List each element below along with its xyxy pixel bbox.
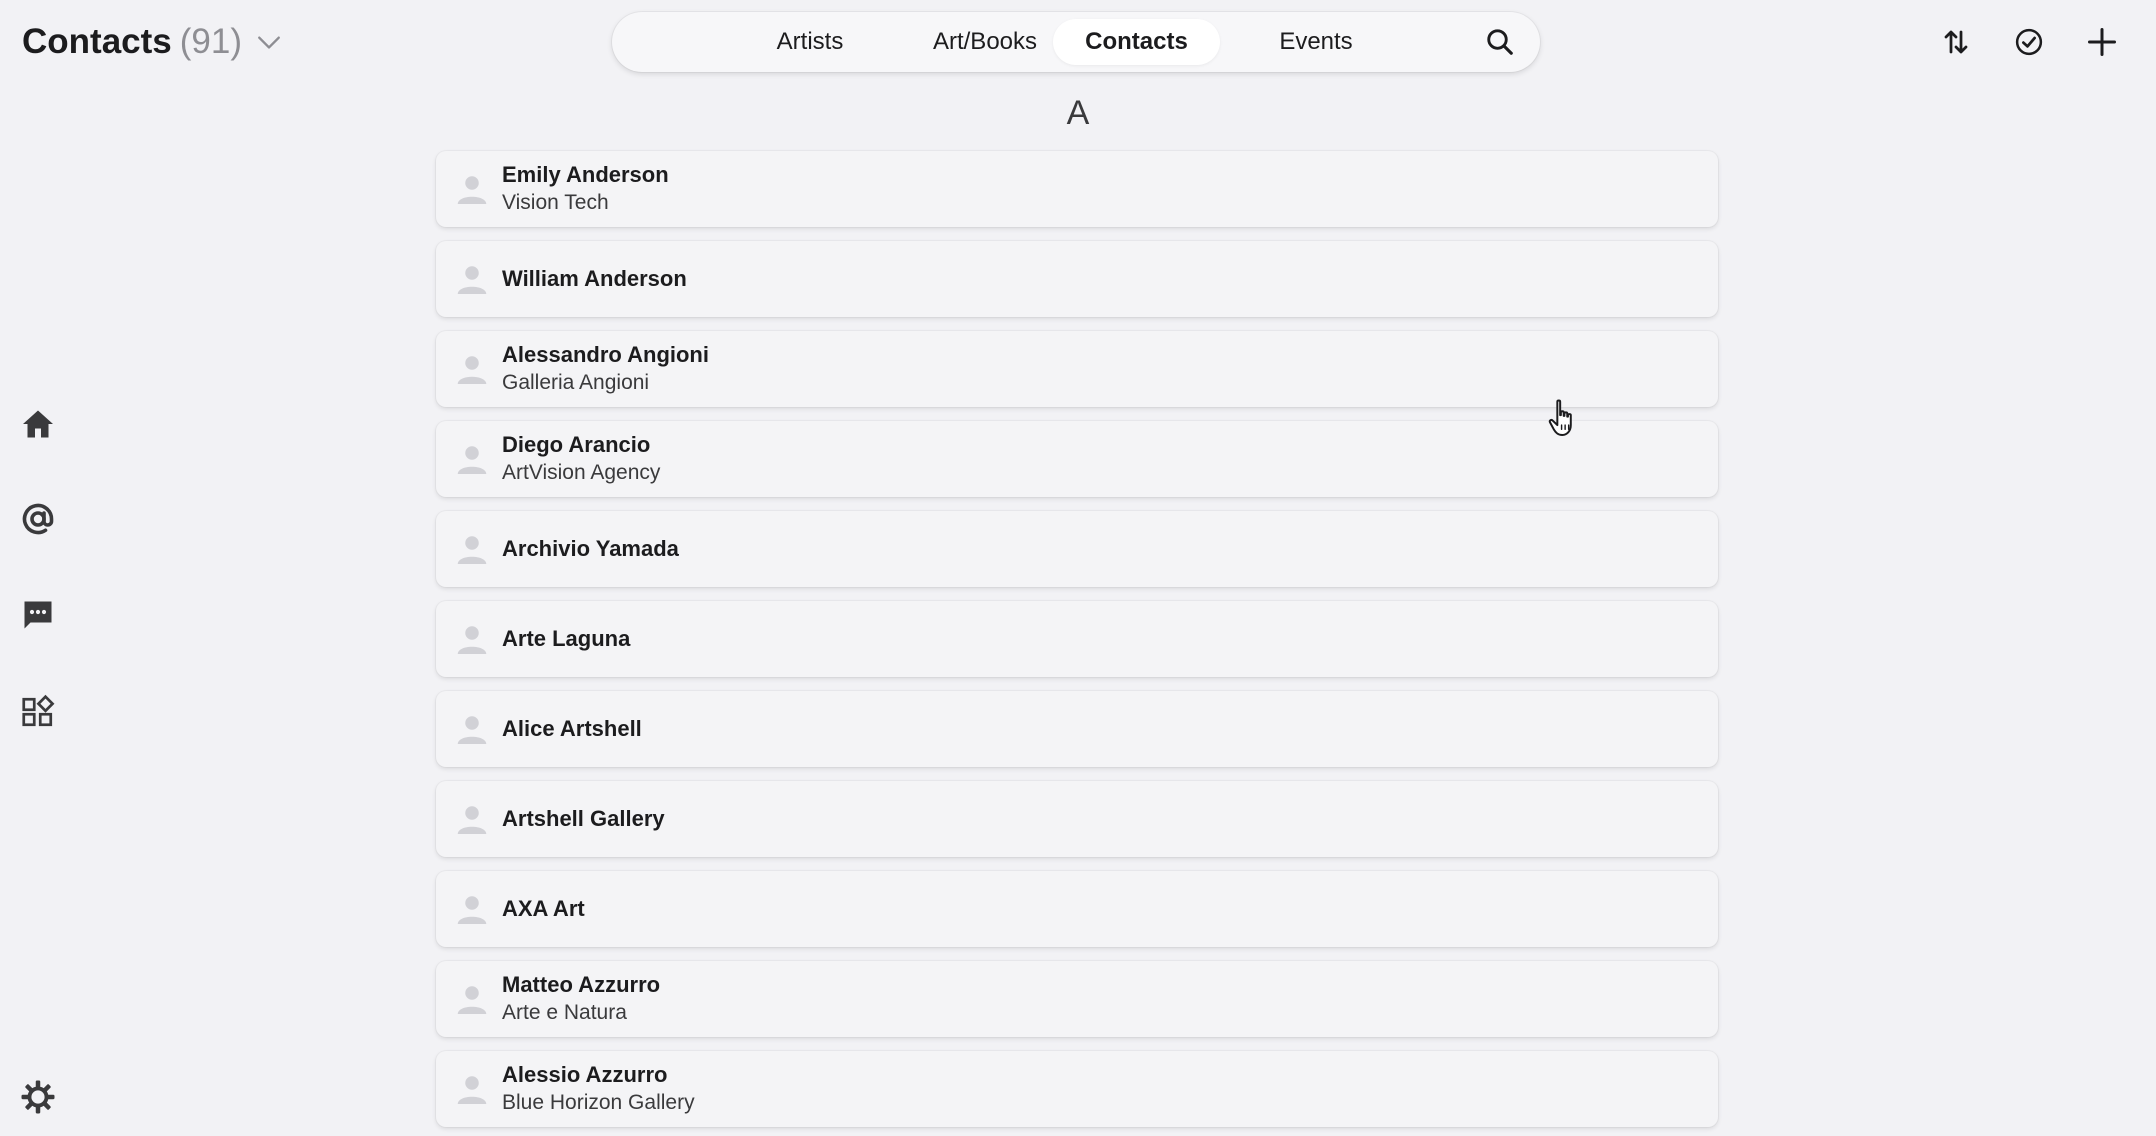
rail-mail[interactable] [18, 499, 58, 539]
contact-row[interactable]: Diego Arancio ArtVision Agency [436, 421, 1718, 497]
sort-arrows-icon [1944, 30, 1968, 54]
person-avatar-icon [457, 266, 487, 294]
person-avatar-icon [457, 896, 487, 924]
add-contact-button[interactable] [2082, 22, 2122, 62]
contact-name: Emily Anderson [502, 162, 669, 187]
chat-icon [24, 601, 52, 629]
chevron-down-icon [258, 36, 280, 49]
rail-messages[interactable] [18, 595, 58, 635]
check-circle-icon [2015, 28, 2043, 56]
section-tabs: Artists Art/Books Contacts Events [612, 12, 1540, 72]
contact-organization: Blue Horizon Gallery [502, 1091, 695, 1114]
contact-count: (91) [179, 22, 242, 61]
sort-button[interactable] [1936, 22, 1976, 62]
contact-organization: ArtVision Agency [502, 461, 661, 484]
home-icon [23, 410, 53, 438]
contact-text: William Anderson [502, 241, 687, 317]
section-header-letter: A [1066, 94, 1090, 132]
person-avatar-icon [457, 356, 487, 384]
tab-contacts[interactable]: Contacts [1053, 19, 1220, 65]
person-avatar-icon [457, 1076, 487, 1104]
contact-name: AXA Art [502, 896, 585, 921]
contact-row[interactable]: Archivio Yamada [436, 511, 1718, 587]
contact-organization: Arte e Natura [502, 1001, 627, 1024]
contact-row[interactable]: Matteo Azzurro Arte e Natura [436, 961, 1718, 1037]
contact-text: Arte Laguna [502, 601, 630, 677]
person-avatar-icon [457, 536, 487, 564]
contact-text: Archivio Yamada [502, 511, 679, 587]
page-title: Contacts [22, 22, 172, 61]
contact-text: Alessandro Angioni Galleria Angioni [502, 331, 709, 407]
contact-name: Diego Arancio [502, 432, 651, 457]
contact-name: Alice Artshell [502, 716, 642, 741]
contact-organization: Vision Tech [502, 191, 609, 214]
contact-name: Archivio Yamada [502, 536, 679, 561]
contact-row[interactable]: Alessandro Angioni Galleria Angioni [436, 331, 1718, 407]
title-dropdown[interactable]: Contacts (91) [22, 20, 282, 64]
contact-name: Arte Laguna [502, 626, 631, 651]
person-avatar-icon [457, 446, 487, 474]
contact-text: Alessio Azzurro Blue Horizon Gallery [502, 1051, 695, 1127]
contact-text: Artshell Gallery [502, 781, 665, 857]
tab-art-books[interactable]: Art/Books [892, 19, 1078, 65]
contact-text: Diego Arancio ArtVision Agency [502, 421, 660, 497]
tab-events[interactable]: Events [1236, 19, 1396, 65]
hand-cursor-icon [1548, 399, 1572, 436]
tab-artists[interactable]: Artists [730, 19, 890, 65]
person-avatar-icon [457, 716, 487, 744]
contact-name: William Anderson [502, 266, 687, 291]
contact-text: Matteo Azzurro Arte e Natura [502, 961, 660, 1037]
person-avatar-icon [457, 806, 487, 834]
rail-settings[interactable] [18, 1077, 58, 1117]
widgets-icon [22, 694, 55, 727]
contact-row[interactable]: Arte Laguna [436, 601, 1718, 677]
plus-icon [2088, 28, 2116, 56]
contact-name: Alessandro Angioni [502, 342, 709, 367]
contact-row[interactable]: AXA Art [436, 871, 1718, 947]
person-avatar-icon [457, 626, 487, 654]
person-avatar-icon [457, 986, 487, 1014]
contact-text: Alice Artshell [502, 691, 642, 767]
contact-text: AXA Art [502, 871, 585, 947]
contact-organization: Galleria Angioni [502, 371, 650, 394]
gear-icon [21, 1080, 55, 1114]
contact-row[interactable]: Alessio Azzurro Blue Horizon Gallery [436, 1051, 1718, 1127]
contact-text: Emily Anderson Vision Tech [502, 151, 669, 227]
contact-row[interactable]: Artshell Gallery [436, 781, 1718, 857]
at-sign-icon [22, 503, 54, 535]
contact-name: Matteo Azzurro [502, 972, 661, 997]
app-window: Contacts (91) Artists Art/Books Contacts… [0, 0, 2156, 1136]
search-button[interactable] [1482, 24, 1518, 60]
select-button[interactable] [2009, 22, 2049, 62]
contact-row[interactable]: Alice Artshell [436, 691, 1718, 767]
person-avatar-icon [457, 176, 487, 204]
rail-widgets[interactable] [18, 692, 58, 732]
contact-row[interactable]: William Anderson [436, 241, 1718, 317]
contact-name: Alessio Azzurro [502, 1062, 668, 1087]
contact-row[interactable]: Emily Anderson Vision Tech [436, 151, 1718, 227]
contact-list: Emily Anderson Vision Tech William Anderso… [436, 151, 1718, 1136]
rail-home[interactable] [18, 404, 58, 444]
search-icon [1487, 29, 1513, 55]
contact-name: Artshell Gallery [502, 806, 665, 831]
